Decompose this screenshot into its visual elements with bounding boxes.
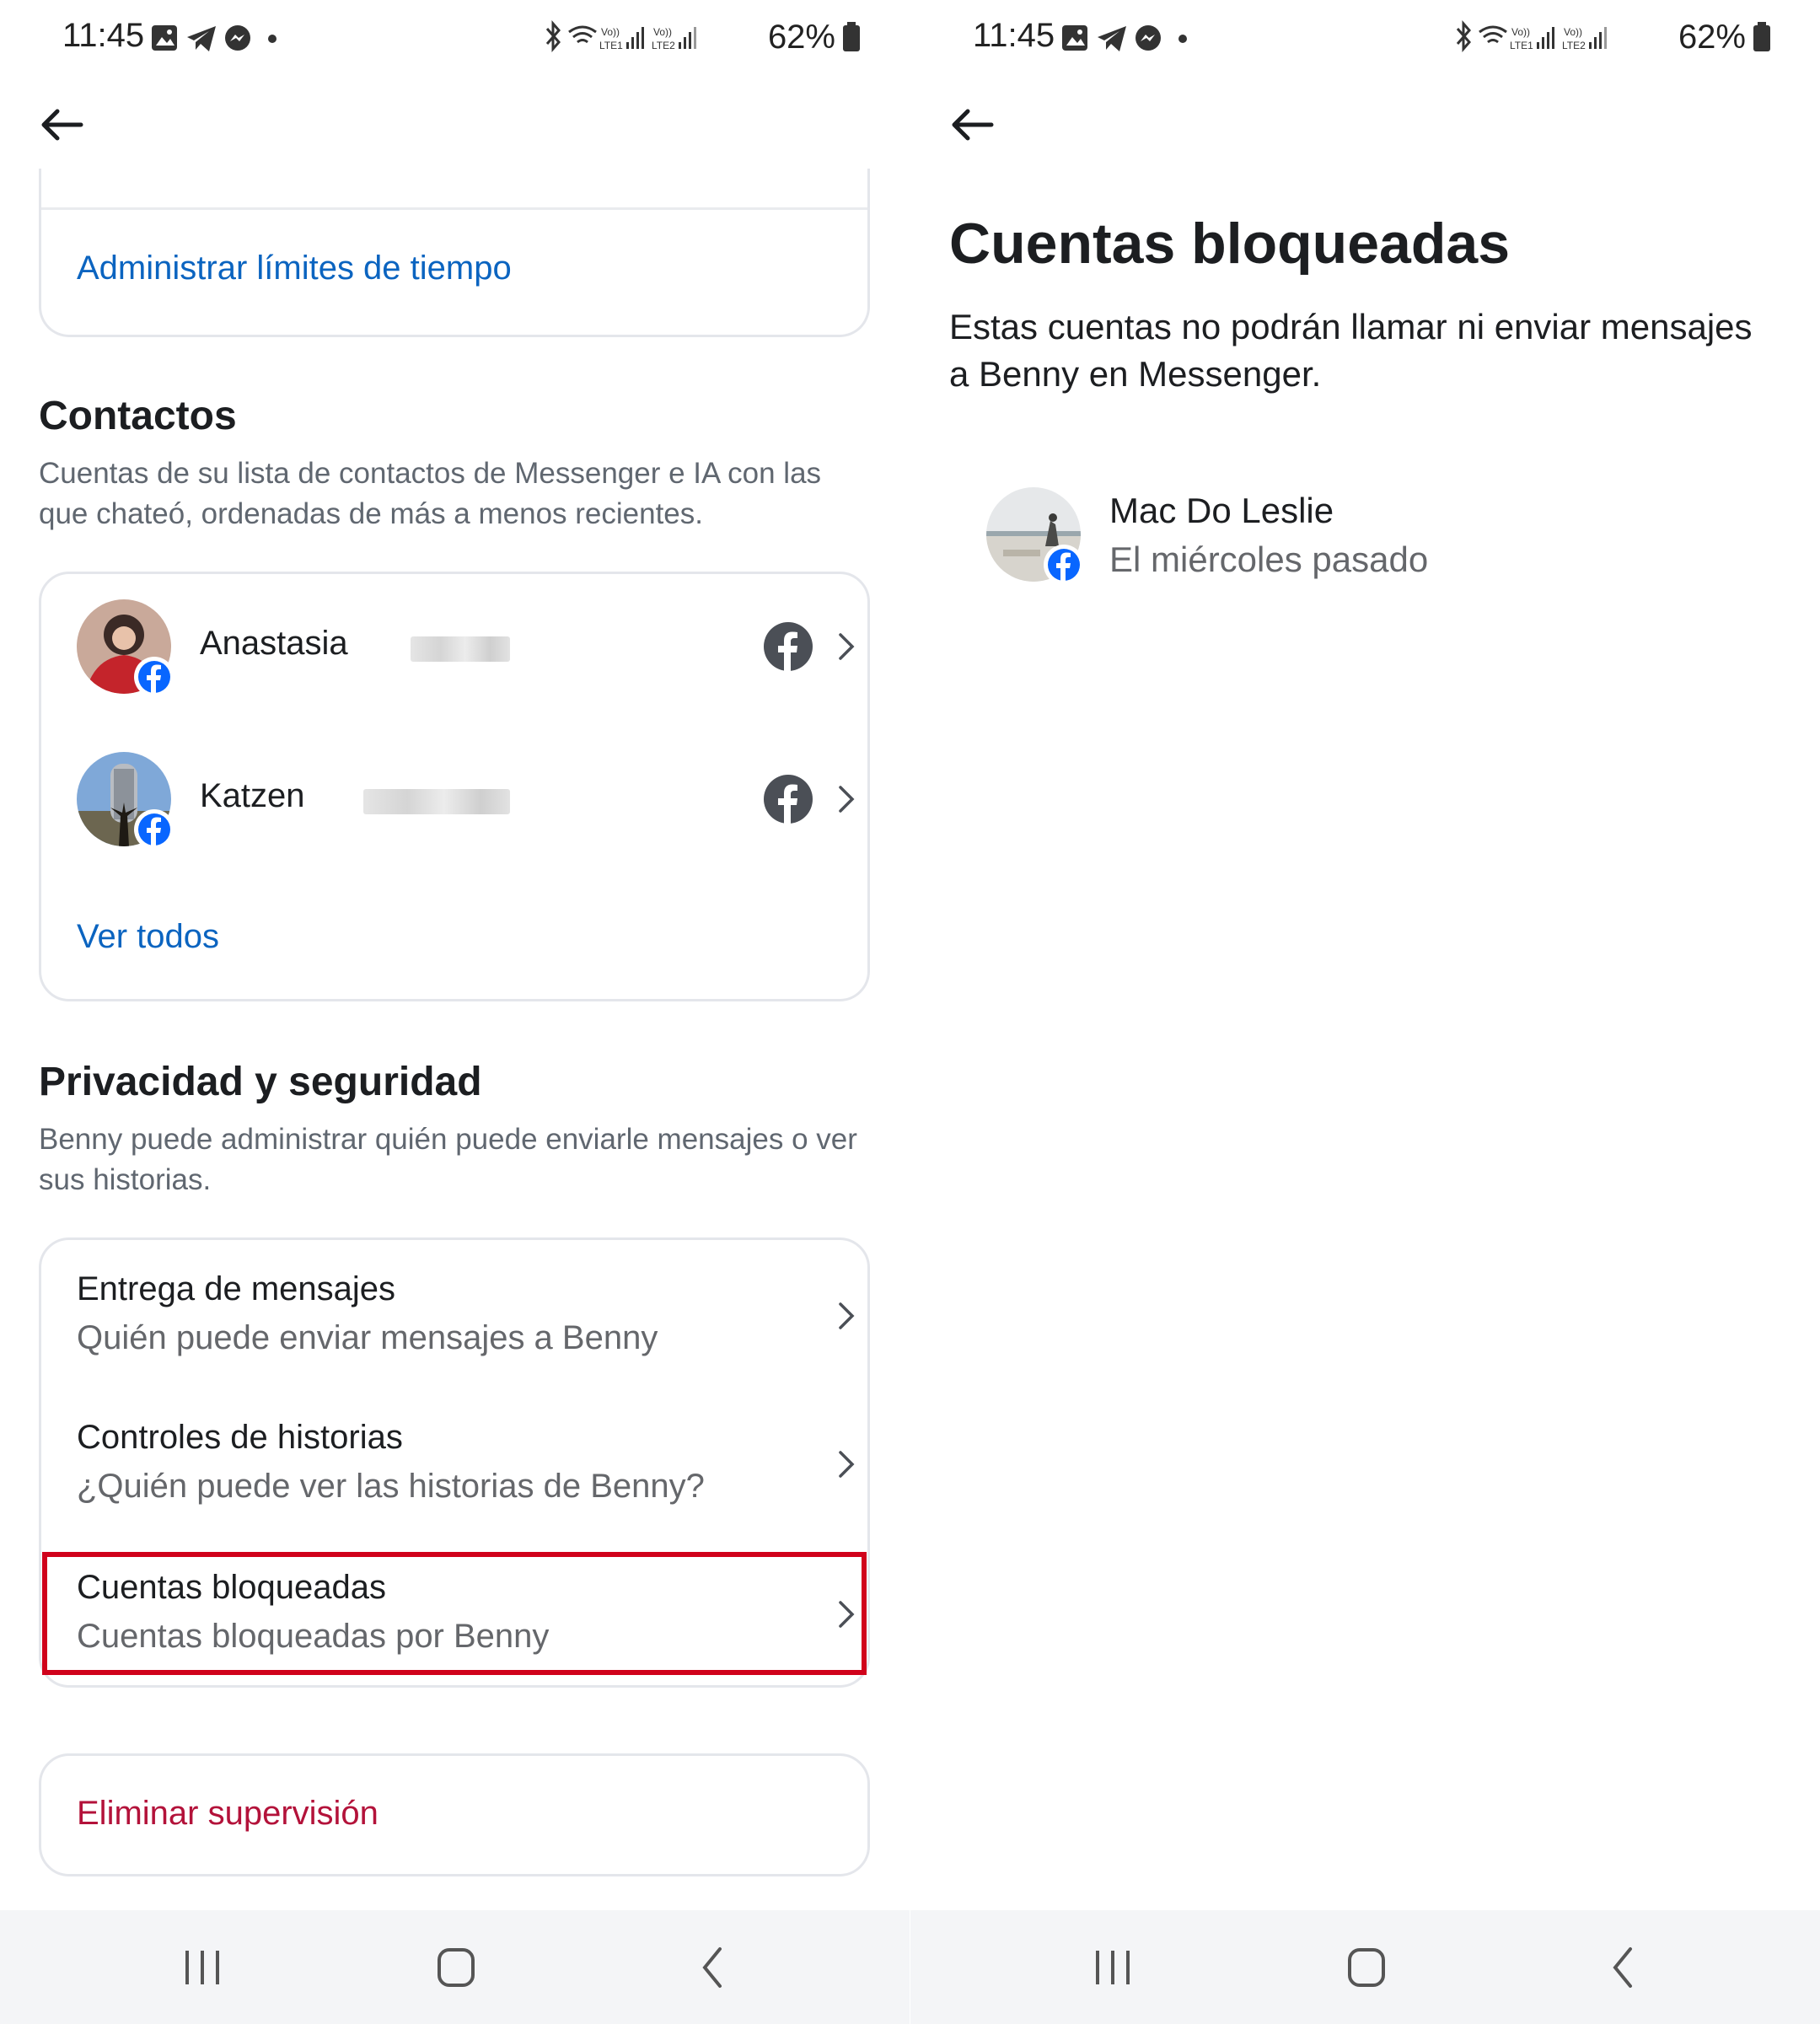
status-time: 11:45 bbox=[973, 17, 1055, 54]
chevron-right-icon bbox=[839, 786, 855, 813]
svg-text:Vo)): Vo)) bbox=[601, 26, 620, 38]
svg-text:Vo)): Vo)) bbox=[1564, 26, 1582, 38]
signal-icon-2 bbox=[1588, 27, 1607, 49]
contact-row[interactable]: Anastasia bbox=[77, 599, 855, 701]
contacts-description: Cuentas de su lista de contactos de Mess… bbox=[39, 457, 822, 530]
menu-item-title: Entrega de mensajes bbox=[77, 1270, 396, 1307]
blocked-account-date: El miércoles pasado bbox=[1109, 540, 1429, 579]
remove-supervision-button[interactable]: Eliminar supervisión bbox=[77, 1795, 378, 1833]
contact-name: Anastasia bbox=[200, 625, 348, 662]
messenger-icon bbox=[225, 25, 250, 51]
blocked-account-name: Mac Do Leslie bbox=[1109, 491, 1334, 530]
chevron-right-icon bbox=[839, 633, 855, 660]
back-nav-icon[interactable] bbox=[1598, 1946, 1649, 1989]
home-icon[interactable] bbox=[431, 1946, 481, 1989]
redacted-surname bbox=[363, 789, 510, 814]
status-right: Vo)) LTE1 Vo)) LTE2 62% bbox=[1452, 17, 1771, 57]
battery-icon bbox=[843, 22, 860, 51]
time-limits-card: Administrar límites de tiempo bbox=[39, 169, 870, 337]
system-nav-bar bbox=[0, 1910, 910, 2024]
facebook-badge-icon bbox=[134, 809, 174, 850]
privacy-description: Benny puede administrar quién puede envi… bbox=[39, 1123, 857, 1196]
chevron-right-icon bbox=[839, 1451, 855, 1478]
facebook-badge-icon bbox=[1044, 545, 1084, 585]
facebook-icon bbox=[764, 775, 813, 824]
facebook-icon bbox=[764, 622, 813, 671]
redacted-surname bbox=[411, 636, 510, 662]
dot-icon bbox=[268, 35, 276, 43]
menu-item-title: Controles de historias bbox=[77, 1419, 403, 1456]
battery-percent: 62% bbox=[1678, 18, 1746, 56]
story-controls-row[interactable]: Controles de historias ¿Quién puede ver … bbox=[41, 1390, 872, 1532]
telegram-icon bbox=[187, 26, 216, 51]
status-time: 11:45 bbox=[62, 17, 145, 54]
messenger-icon bbox=[1135, 25, 1161, 51]
highlight-annotation bbox=[42, 1552, 867, 1675]
menu-item-subtitle: ¿Quién puede ver las historias de Benny? bbox=[77, 1468, 705, 1505]
page-description: Estas cuentas no podrán llamar ni enviar… bbox=[949, 307, 1753, 394]
gallery-icon bbox=[1062, 25, 1087, 51]
status-right: Vo)) LTE1 Vo)) LTE2 62% bbox=[542, 17, 861, 57]
connectivity-icons: Vo)) LTE1 Vo)) LTE2 bbox=[545, 20, 696, 52]
home-icon[interactable] bbox=[1341, 1946, 1392, 1989]
signal-icon-2 bbox=[678, 27, 696, 49]
contact-row[interactable]: Katzen bbox=[77, 752, 855, 853]
svg-text:LTE1: LTE1 bbox=[1510, 40, 1533, 51]
back-nav-icon[interactable] bbox=[688, 1946, 738, 1989]
wifi-icon bbox=[1479, 25, 1507, 44]
notification-icons bbox=[150, 22, 319, 56]
remove-supervision-card[interactable]: Eliminar supervisión bbox=[39, 1753, 870, 1876]
recent-apps-icon[interactable] bbox=[1087, 1946, 1138, 1989]
system-nav-bar bbox=[910, 1910, 1820, 2024]
status-bar: 11:45 Vo)) LTE1 Vo)) LTE2 62% bbox=[0, 0, 910, 78]
battery-icon bbox=[1753, 22, 1770, 51]
svg-text:LTE2: LTE2 bbox=[652, 40, 675, 51]
page-title: Cuentas bloqueadas bbox=[949, 212, 1511, 276]
privacy-heading: Privacidad y seguridad bbox=[39, 1060, 482, 1104]
menu-item-subtitle: Quién puede enviar mensajes a Benny bbox=[77, 1319, 658, 1356]
divider bbox=[41, 207, 867, 210]
battery-percent: 62% bbox=[767, 18, 835, 56]
facebook-badge-icon bbox=[134, 657, 174, 697]
manage-time-limits-link[interactable]: Administrar límites de tiempo bbox=[77, 250, 512, 287]
svg-text:Vo)): Vo)) bbox=[1511, 26, 1530, 38]
message-delivery-row[interactable]: Entrega de mensajes Quién puede enviar m… bbox=[41, 1240, 872, 1382]
connectivity-icons: Vo)) LTE1 Vo)) LTE2 bbox=[1456, 20, 1607, 52]
gallery-icon bbox=[152, 25, 177, 51]
dot-icon bbox=[1178, 35, 1187, 43]
blocked-accounts-screen: 11:45 Vo)) LTE1 Vo)) LTE2 62% Cuentas bl… bbox=[910, 0, 1820, 2024]
see-all-link[interactable]: Ver todos bbox=[77, 918, 219, 956]
contact-name: Katzen bbox=[200, 777, 305, 814]
signal-icon-1 bbox=[1536, 27, 1554, 49]
svg-text:LTE2: LTE2 bbox=[1562, 40, 1586, 51]
bluetooth-icon bbox=[1456, 20, 1471, 52]
signal-icon-1 bbox=[625, 27, 644, 49]
telegram-icon bbox=[1098, 26, 1126, 51]
contacts-heading: Contactos bbox=[39, 394, 237, 438]
back-arrow-icon[interactable] bbox=[948, 101, 998, 152]
svg-text:LTE1: LTE1 bbox=[599, 40, 623, 51]
svg-text:Vo)): Vo)) bbox=[653, 26, 672, 38]
recent-apps-icon[interactable] bbox=[177, 1946, 228, 1989]
bluetooth-icon bbox=[545, 20, 561, 52]
notification-icons bbox=[1060, 22, 1229, 56]
blocked-account-row[interactable]: Mac Do Leslie El miércoles pasado bbox=[986, 487, 1745, 588]
chevron-right-icon bbox=[839, 1302, 855, 1329]
wifi-icon bbox=[568, 25, 597, 44]
status-bar: 11:45 Vo)) LTE1 Vo)) LTE2 62% bbox=[910, 0, 1820, 78]
supervision-screen: 11:45 Vo)) LTE1 Vo)) LTE2 62% Administra… bbox=[0, 0, 910, 2024]
contacts-card: Anastasia Katzen Ver todos bbox=[39, 572, 870, 1001]
back-arrow-icon[interactable] bbox=[37, 101, 88, 152]
